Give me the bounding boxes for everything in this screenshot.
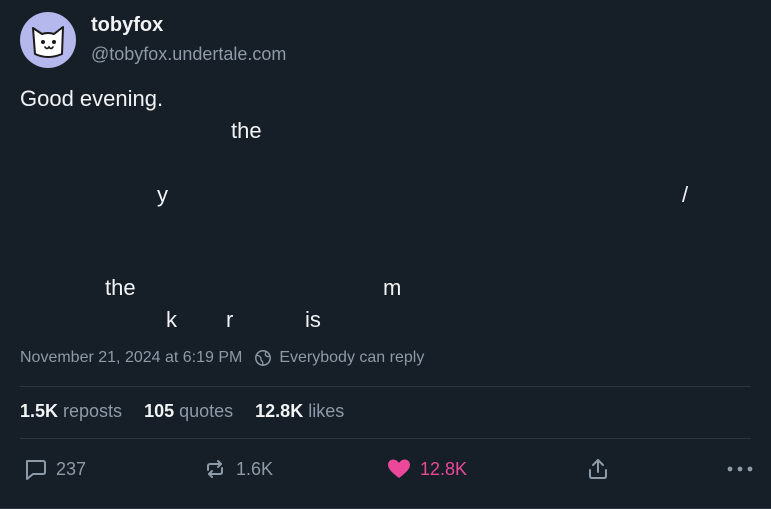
like-button[interactable]: 12.8K bbox=[386, 456, 467, 482]
likes-count: 12.8K bbox=[255, 401, 304, 421]
post-card: tobyfox @tobyfox.undertale.com Good even… bbox=[0, 0, 771, 509]
reposts-count: 1.5K bbox=[20, 401, 59, 421]
reply-setting: Everybody can reply bbox=[279, 349, 425, 366]
post-text-fragment: the bbox=[231, 118, 262, 143]
post-text-fragment: / bbox=[682, 182, 689, 207]
repost-button[interactable]: 1.6K bbox=[202, 456, 273, 482]
post-text: Good evening. bbox=[20, 86, 164, 111]
post-meta: November 21, 2024 at 6:19 PM Everybody c… bbox=[20, 349, 424, 367]
quotes-label: quotes bbox=[179, 401, 234, 421]
reposts-stat[interactable]: 1.5K reposts bbox=[20, 401, 122, 422]
quotes-count: 105 bbox=[144, 401, 175, 421]
engagement-stats: 1.5K reposts 105 quotes 12.8K likes bbox=[20, 401, 366, 422]
post-text-fragment: y bbox=[157, 182, 168, 207]
white-cat-face-icon bbox=[32, 26, 64, 58]
avatar[interactable] bbox=[20, 12, 76, 68]
divider bbox=[20, 386, 751, 387]
post-text-fragment: m bbox=[383, 275, 402, 300]
post-text-fragment: k bbox=[166, 307, 177, 332]
likes-stat[interactable]: 12.8K likes bbox=[255, 401, 344, 422]
heart-icon bbox=[386, 456, 412, 482]
post-timestamp[interactable]: November 21, 2024 at 6:19 PM bbox=[20, 349, 242, 367]
post-text-fragment: r bbox=[226, 307, 234, 332]
reposts-label: reposts bbox=[63, 401, 123, 421]
likes-label: likes bbox=[308, 401, 345, 421]
like-count: 12.8K bbox=[420, 458, 468, 479]
divider bbox=[20, 438, 751, 439]
repost-icon bbox=[202, 456, 228, 482]
share-button[interactable] bbox=[585, 456, 611, 482]
more-options-button[interactable] bbox=[726, 456, 754, 482]
reply-icon bbox=[22, 456, 48, 482]
more-icon bbox=[726, 456, 754, 482]
repost-count: 1.6K bbox=[236, 458, 274, 479]
quotes-stat[interactable]: 105 quotes bbox=[144, 401, 233, 422]
globe-icon bbox=[254, 349, 272, 367]
reply-button[interactable]: 237 bbox=[22, 456, 86, 482]
post-text-fragment: is bbox=[305, 307, 321, 332]
reply-count: 237 bbox=[56, 458, 87, 479]
author-display-name[interactable]: tobyfox bbox=[91, 14, 163, 37]
share-icon bbox=[585, 456, 611, 482]
author-handle[interactable]: @tobyfox.undertale.com bbox=[91, 44, 286, 65]
post-text-fragment: the bbox=[105, 275, 136, 300]
